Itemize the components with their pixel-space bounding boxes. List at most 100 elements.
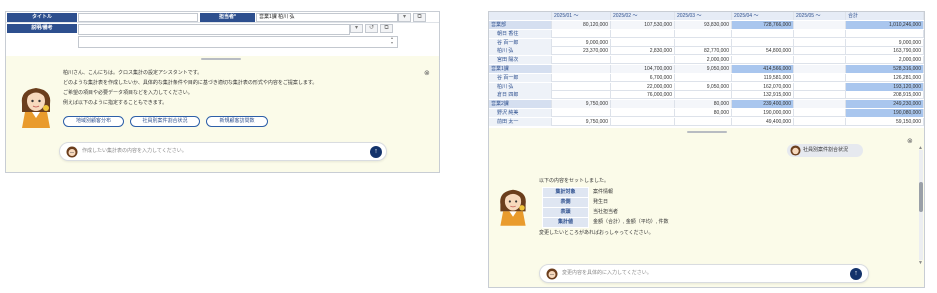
table-cell[interactable] [794, 82, 846, 91]
table-cell[interactable] [794, 38, 846, 47]
table-cell[interactable] [675, 117, 732, 126]
table-cell[interactable]: 728,766,000 [732, 21, 794, 29]
table-cell[interactable] [552, 91, 611, 100]
table-cell[interactable] [611, 56, 675, 65]
table-cell[interactable]: 190,000,000 [732, 109, 794, 117]
table-cell[interactable]: 414,566,000 [732, 65, 794, 73]
table-cell[interactable] [611, 38, 675, 47]
row-header[interactable]: 前田 太一 [489, 117, 552, 126]
row-header[interactable]: 野沢 純美 [489, 109, 552, 117]
table-cell[interactable] [794, 21, 846, 29]
table-cell[interactable]: 1,010,246,000 [846, 21, 924, 29]
chat-scroll-thumb[interactable] [919, 182, 923, 212]
table-cell[interactable]: 9,050,000 [675, 82, 732, 91]
table-cell[interactable] [675, 73, 732, 82]
desc-input-1[interactable] [78, 24, 350, 35]
table-cell[interactable]: 208,915,000 [846, 91, 924, 100]
table-cell[interactable]: 2,830,000 [611, 47, 675, 56]
table-cell[interactable] [552, 73, 611, 82]
table-cell[interactable]: 80,000 [675, 109, 732, 117]
table-cell[interactable] [611, 117, 675, 126]
table-cell[interactable] [794, 91, 846, 100]
table-cell[interactable] [794, 29, 846, 38]
desc-copy-icon[interactable]: ⧉ [380, 24, 393, 33]
desc-dropdown-icon[interactable]: ▾ [350, 24, 363, 33]
row-header[interactable]: 柏川 弘 [489, 82, 552, 91]
table-cell[interactable]: 23,370,000 [552, 47, 611, 56]
resize-handle[interactable] [201, 58, 241, 60]
table-cell[interactable] [846, 29, 924, 38]
table-cell[interactable]: 93,830,000 [675, 21, 732, 29]
scroll-down-icon[interactable]: ▼ [918, 260, 923, 266]
table-cell[interactable]: 132,915,000 [732, 91, 794, 100]
table-cell[interactable] [552, 65, 611, 73]
table-cell[interactable]: 9,050,000 [675, 65, 732, 73]
table-cell[interactable] [675, 91, 732, 100]
send-button-right[interactable]: ↑ [850, 268, 862, 280]
row-header[interactable]: 倉日 四郎 [489, 91, 552, 100]
table-cell[interactable]: 9,000,000 [552, 38, 611, 47]
table-cell[interactable] [794, 109, 846, 117]
table-cell[interactable]: 49,400,000 [732, 117, 794, 126]
table-cell[interactable] [794, 117, 846, 126]
close-icon[interactable]: ⊗ [424, 69, 430, 77]
table-cell[interactable]: 249,230,000 [846, 100, 924, 109]
table-cell[interactable]: 528,316,000 [846, 65, 924, 73]
column-header[interactable]: 2025/05 ～ [794, 12, 846, 20]
textarea-spin-icon[interactable]: ▴ ▾ [391, 35, 393, 45]
owner-select[interactable]: 営業1課 柏川 弘 [256, 13, 398, 22]
column-header[interactable]: 合計 [846, 12, 924, 20]
table-cell[interactable]: 162,070,000 [732, 82, 794, 91]
table-cell[interactable]: 6,700,000 [611, 73, 675, 82]
owner-dropdown-icon[interactable]: ▾ [398, 13, 411, 22]
table-cell[interactable]: 22,000,000 [611, 82, 675, 91]
table-cell[interactable]: 76,000,000 [611, 91, 675, 100]
scroll-up-icon[interactable]: ▲ [918, 145, 923, 151]
row-header[interactable]: 柏川 弘 [489, 47, 552, 56]
row-header[interactable]: 谷 百一郎 [489, 73, 552, 82]
desc-reset-icon[interactable]: ↺ [365, 24, 378, 33]
table-cell[interactable]: 190,080,000 [846, 109, 924, 117]
table-cell[interactable]: 9,750,000 [552, 117, 611, 126]
column-header[interactable] [489, 12, 552, 20]
table-cell[interactable] [611, 29, 675, 38]
resize-handle-right[interactable] [687, 131, 727, 133]
owner-search-icon[interactable]: ⧉ [413, 13, 426, 22]
table-cell[interactable]: 107,530,000 [611, 21, 675, 29]
table-cell[interactable]: 80,000 [675, 100, 732, 109]
suggestion-button-2[interactable]: 社員別案件割合状況 [130, 116, 200, 127]
row-header[interactable]: 谷 百一郎 [489, 38, 552, 47]
column-header[interactable]: 2025/02 ～ [611, 12, 675, 20]
table-cell[interactable] [552, 56, 611, 65]
table-cell[interactable] [794, 47, 846, 56]
column-header[interactable]: 2025/01 ～ [552, 12, 611, 20]
table-cell[interactable]: 239,400,000 [732, 100, 794, 109]
table-cell[interactable] [794, 65, 846, 73]
table-cell[interactable] [794, 73, 846, 82]
column-header[interactable]: 2025/03 ～ [675, 12, 732, 20]
table-cell[interactable] [611, 100, 675, 109]
row-header[interactable]: 営業2課 [489, 100, 552, 109]
column-header[interactable]: 2025/04 ～ [732, 12, 794, 20]
table-cell[interactable]: 82,770,000 [675, 47, 732, 56]
table-cell[interactable]: 193,120,000 [846, 82, 924, 91]
table-cell[interactable]: 2,000,000 [675, 56, 732, 65]
chat-input-bar[interactable]: 作成したい集計表の内容を入力してください。 ↑ [59, 142, 387, 161]
title-input[interactable] [78, 13, 198, 22]
close-icon-right[interactable]: ⊗ [907, 137, 913, 145]
table-cell[interactable] [732, 29, 794, 38]
row-header[interactable]: 朝日 香住 [489, 29, 552, 38]
table-cell[interactable] [675, 29, 732, 38]
table-cell[interactable]: 119,581,000 [732, 73, 794, 82]
table-cell[interactable]: 59,150,000 [846, 117, 924, 126]
table-cell[interactable] [794, 100, 846, 109]
table-cell[interactable] [794, 56, 846, 65]
row-header[interactable]: 営業1課 [489, 65, 552, 73]
table-cell[interactable] [732, 56, 794, 65]
table-cell[interactable]: 9,000,000 [846, 38, 924, 47]
chat-input-bar-right[interactable]: 変更内容を具体的に入力してください。 ↑ [539, 264, 869, 283]
suggestion-button-1[interactable]: 地域別顧客分布 [63, 116, 124, 127]
table-cell[interactable] [732, 38, 794, 47]
table-cell[interactable]: 163,790,000 [846, 47, 924, 56]
table-cell[interactable] [611, 109, 675, 117]
